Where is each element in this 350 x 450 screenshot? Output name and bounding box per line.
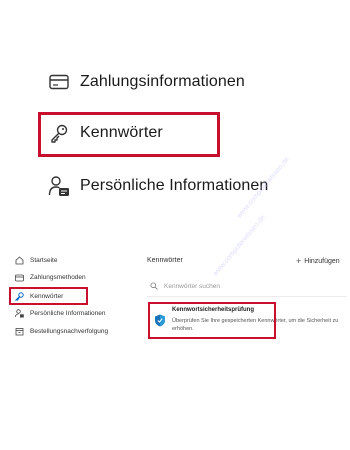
highlight-box — [148, 302, 276, 339]
highlight-box — [9, 287, 88, 305]
sidebar-item-payment-methods[interactable]: Zahlungsmethoden — [15, 273, 86, 282]
search-icon — [150, 282, 158, 290]
highlight-box — [38, 112, 220, 157]
menu-item-payment-info[interactable]: Zahlungsinformationen — [48, 71, 245, 93]
menu-item-personal-info[interactable]: Persönliche Informationen — [48, 175, 268, 197]
menu-item-label: Persönliche Informationen — [80, 177, 269, 194]
person-card-icon — [48, 175, 70, 197]
page-title: Kennwörter — [147, 257, 183, 264]
watermark: www.computerwissen.de — [212, 213, 267, 278]
home-icon — [15, 256, 24, 265]
plus-icon: + — [296, 256, 302, 266]
sidebar-item-order-tracking[interactable]: Bestellungsnachverfolgung — [15, 327, 108, 336]
person-card-icon — [15, 309, 24, 318]
search-input[interactable]: Kennwörter suchen — [150, 280, 345, 292]
sidebar-item-personal-info[interactable]: Persönliche Informationen — [15, 309, 106, 318]
package-icon — [15, 327, 24, 336]
add-button[interactable]: + Hinzufügen — [296, 256, 340, 266]
sidebar-item-home[interactable]: Startseite — [15, 256, 57, 265]
sidebar-item-label: Startseite — [30, 257, 58, 264]
credit-card-icon — [15, 273, 24, 282]
search-placeholder: Kennwörter suchen — [164, 282, 221, 290]
menu-item-label: Zahlungsinformationen — [80, 73, 245, 90]
add-button-label: Hinzufügen — [304, 257, 340, 265]
sidebar-item-label: Persönliche Informationen — [30, 310, 106, 317]
credit-card-icon — [48, 71, 70, 93]
sidebar-item-label: Bestellungsnachverfolgung — [30, 328, 109, 335]
sidebar-item-label: Zahlungsmethoden — [30, 274, 86, 281]
divider — [147, 296, 347, 297]
